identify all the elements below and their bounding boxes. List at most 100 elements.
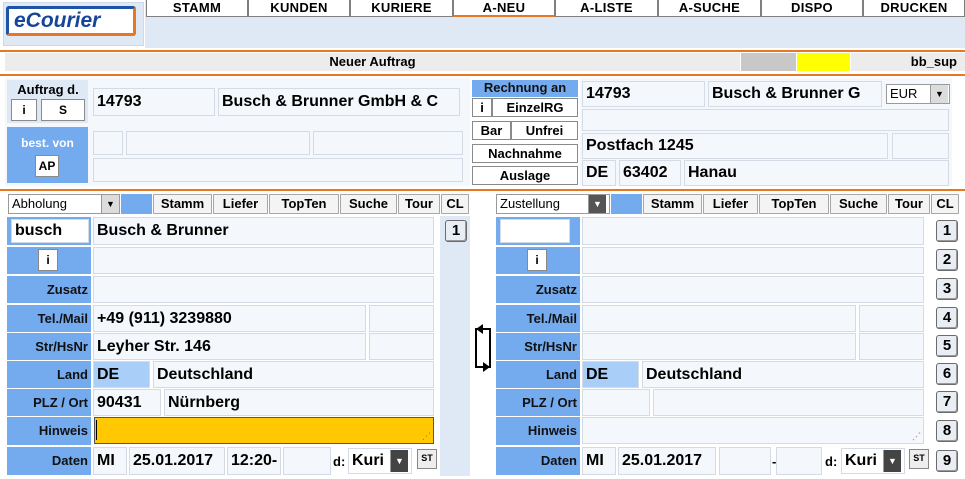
resize-handle-icon[interactable]: ⋰ — [912, 431, 921, 442]
abholung-country-code[interactable]: DE — [93, 361, 150, 388]
auslage-button[interactable]: Auslage — [472, 166, 578, 185]
zustellung-hinweis-textarea[interactable]: ⋰ — [582, 417, 924, 444]
zustellung-date-field[interactable]: 25.01.2017 — [618, 447, 716, 475]
unfrei-button[interactable]: Unfrei — [511, 121, 578, 140]
zustellung-topten-button[interactable]: TopTen — [759, 194, 829, 214]
rechnung-city[interactable]: Hanau — [684, 160, 949, 186]
abholung-hsnr-field[interactable] — [369, 333, 434, 360]
rechnung-customer-name[interactable]: Busch & Brunner G — [708, 81, 882, 107]
abholung-name-field[interactable]: Busch & Brunner — [93, 217, 434, 245]
nav-tab-dispo[interactable]: DISPO — [761, 0, 863, 17]
chevron-down-icon[interactable]: ▼ — [883, 450, 901, 472]
zustellung-number-button-7[interactable]: 7 — [936, 391, 958, 413]
swap-icon[interactable] — [472, 323, 494, 373]
zustellung-info-button[interactable]: i — [527, 249, 547, 271]
zustellung-cl-button[interactable]: CL — [931, 194, 959, 214]
zustellung-tour-button[interactable]: Tour — [888, 194, 930, 214]
zustellung-mail-field[interactable] — [859, 305, 924, 332]
abholung-time-to-field[interactable] — [283, 447, 331, 475]
zustellung-number-button-2[interactable]: 2 — [936, 249, 958, 271]
zustellung-number-button-3[interactable]: 3 — [936, 278, 958, 300]
abholung-number-button[interactable]: 1 — [445, 220, 467, 242]
customer-name-field[interactable]: Busch & Brunner GmbH & C — [218, 88, 460, 116]
einzelrg-button[interactable]: EinzelRG — [492, 98, 578, 117]
ap-button[interactable]: AP — [35, 155, 59, 177]
zustellung-time-field[interactable] — [719, 447, 771, 475]
zustellung-day-field[interactable]: MI — [582, 447, 616, 475]
abholung-hinweis-textarea[interactable]: ⋰ — [94, 417, 434, 444]
zustellung-number-button-4[interactable]: 4 — [936, 307, 958, 329]
rechnung-street-extra[interactable] — [892, 133, 949, 159]
nav-tab-a-liste[interactable]: A-LISTE — [555, 0, 658, 17]
abholung-zip-field[interactable]: 90431 — [93, 389, 161, 416]
nachnahme-button[interactable]: Nachnahme — [472, 144, 578, 163]
customer-no-field[interactable]: 14793 — [93, 88, 215, 116]
zustellung-search-input[interactable] — [500, 219, 570, 243]
abholung-city-field[interactable]: Nürnberg — [164, 389, 434, 416]
nav-tab-kuriere[interactable]: KURIERE — [350, 0, 453, 17]
zustellung-st-button[interactable]: ST — [909, 449, 929, 469]
rechnung-customer-no[interactable]: 14793 — [582, 81, 705, 107]
s-button[interactable]: S — [41, 99, 85, 121]
abholung-search-input[interactable]: busch — [11, 219, 89, 243]
zustellung-number-button-1[interactable]: 1 — [936, 220, 958, 242]
abholung-tel-field[interactable]: +49 (911) 3239880 — [93, 305, 366, 332]
rechnung-country[interactable]: DE — [582, 160, 616, 186]
abholung-stamm-button[interactable]: Stamm — [153, 194, 212, 214]
best-von-field-1[interactable] — [93, 131, 123, 155]
zustellung-tel-field[interactable] — [582, 305, 856, 332]
zustellung-city-field[interactable] — [653, 389, 924, 416]
best-von-field-2[interactable] — [126, 131, 310, 155]
zustellung-number-button-5[interactable]: 5 — [936, 335, 958, 357]
nav-tab-kunden[interactable]: KUNDEN — [248, 0, 350, 17]
best-von-field-4[interactable] — [93, 158, 463, 182]
abholung-street-field[interactable]: Leyher Str. 146 — [93, 333, 366, 360]
zustellung-number-button-8[interactable]: 8 — [936, 420, 958, 442]
zustellung-number-button-9[interactable]: 9 — [936, 450, 958, 472]
abholung-line-2[interactable] — [93, 247, 434, 274]
zustellung-zusatz-field[interactable] — [582, 276, 924, 303]
rechnung-street[interactable]: Postfach 1245 — [582, 133, 888, 159]
rechnung-zip[interactable]: 63402 — [619, 160, 681, 186]
nav-tab-drucken[interactable]: DRUCKEN — [863, 0, 965, 17]
abholung-topten-button[interactable]: TopTen — [269, 194, 339, 214]
best-von-field-3[interactable] — [313, 131, 463, 155]
abholung-liefer-button[interactable]: Liefer — [213, 194, 268, 214]
zustellung-time-to-field[interactable] — [776, 447, 822, 475]
nav-tab-stamm[interactable]: STAMM — [146, 0, 248, 17]
zustellung-country-code[interactable]: DE — [582, 361, 639, 388]
abholung-cl-button[interactable]: CL — [441, 194, 469, 214]
zustellung-country-name[interactable]: Deutschland — [642, 361, 924, 388]
abholung-date-field[interactable]: 25.01.2017 — [129, 447, 225, 475]
zustellung-street-field[interactable] — [582, 333, 856, 360]
bar-button[interactable]: Bar — [472, 121, 511, 140]
abholung-tour-button[interactable]: Tour — [398, 194, 440, 214]
abholung-time-field[interactable]: 12:20- — [227, 447, 281, 475]
abholung-info-button[interactable]: i — [38, 249, 58, 271]
zustellung-number-button-6[interactable]: 6 — [936, 363, 958, 385]
zustellung-line-2[interactable] — [582, 247, 924, 274]
abholung-country-name[interactable]: Deutschland — [153, 361, 434, 388]
abholung-st-button[interactable]: ST — [417, 449, 437, 469]
chevron-down-icon[interactable]: ▼ — [930, 85, 948, 103]
zustellung-liefer-button[interactable]: Liefer — [703, 194, 758, 214]
zustellung-suche-button[interactable]: Suche — [830, 194, 887, 214]
info-button[interactable]: i — [11, 99, 37, 121]
zustellung-hsnr-field[interactable] — [859, 333, 924, 360]
abholung-suche-button[interactable]: Suche — [340, 194, 397, 214]
abholung-day-field[interactable]: MI — [93, 447, 127, 475]
nav-tab-a-suche[interactable]: A-SUCHE — [658, 0, 761, 17]
zustellung-zip-field[interactable] — [582, 389, 650, 416]
chevron-down-icon[interactable]: ▼ — [588, 195, 606, 213]
chevron-down-icon[interactable]: ▼ — [101, 195, 119, 213]
rechnung-line-2[interactable] — [582, 109, 949, 131]
zustellung-name-field[interactable] — [582, 217, 924, 245]
currency-value: EUR — [890, 86, 918, 101]
nav-tab-a-neu[interactable]: A-NEU — [453, 0, 555, 17]
resize-handle-icon[interactable]: ⋰ — [422, 431, 431, 442]
rechnung-info-button[interactable]: i — [472, 98, 492, 117]
zustellung-stamm-button[interactable]: Stamm — [643, 194, 702, 214]
abholung-mail-field[interactable] — [369, 305, 434, 332]
chevron-down-icon[interactable]: ▼ — [390, 450, 408, 472]
abholung-zusatz-field[interactable] — [93, 276, 434, 303]
